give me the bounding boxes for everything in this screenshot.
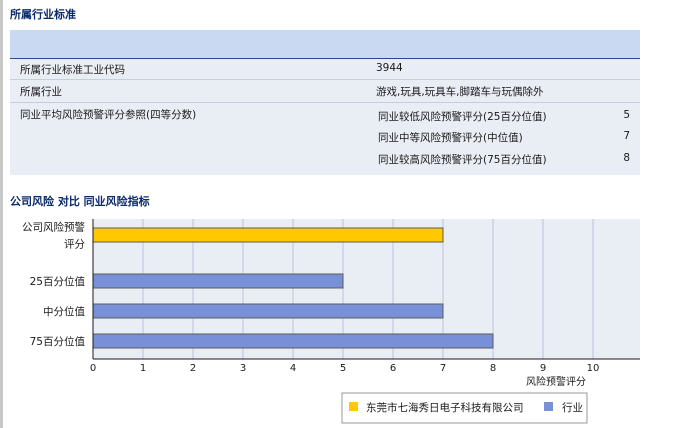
- x-tick-label: 9: [540, 363, 546, 374]
- x-tick-label: 0: [90, 363, 96, 374]
- legend-swatch: [349, 402, 358, 411]
- x-tick-label: 8: [490, 363, 496, 374]
- x-tick-label: 5: [340, 363, 346, 374]
- x-tick-label: 6: [390, 363, 396, 374]
- x-tick-label: 3: [240, 363, 246, 374]
- category-label: 中分位值: [43, 305, 85, 318]
- x-tick-label: 1: [140, 363, 146, 374]
- risk-comparison-chart: 公司风险预警评分 25百分位值中分位值 75百分位值 0 1 2 3 4 5 6 7 8 9 10风险预警…: [22, 219, 640, 424]
- bar: [92, 227, 444, 243]
- category-label: 评分: [64, 239, 85, 251]
- category-label: 75百分位值: [30, 335, 86, 348]
- legend-swatch: [544, 402, 553, 411]
- category-label: 公司风险预警: [22, 221, 85, 234]
- x-axis-title: 风险预警评分: [526, 375, 586, 388]
- category-label: 25百分位值: [30, 275, 86, 288]
- x-tick-label: 10: [587, 363, 600, 374]
- x-tick-label: 7: [440, 363, 446, 374]
- legend-label: 行业: [562, 401, 583, 414]
- x-tick-label: 2: [190, 363, 196, 374]
- bar: [92, 303, 444, 319]
- bar: [92, 333, 494, 349]
- bar: [92, 273, 344, 289]
- x-tick-label: 4: [290, 363, 296, 374]
- legend-label: 东莞市七海秀日电子科技有限公司: [366, 401, 524, 414]
